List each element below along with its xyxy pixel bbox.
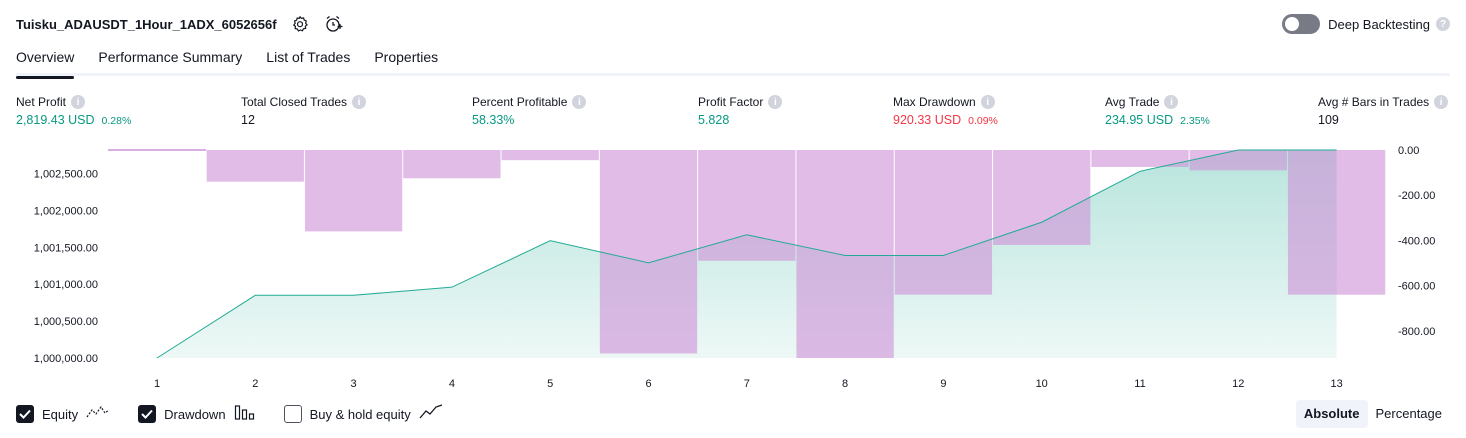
legend-buy-hold[interactable]: Buy & hold equity: [283, 403, 443, 425]
deep-backtesting: Deep Backtesting ?: [1282, 12, 1450, 36]
metric-value: 109: [1318, 113, 1339, 127]
y-tick-right: 0.00: [1398, 145, 1419, 157]
absolute-button[interactable]: Absolute: [1295, 400, 1368, 428]
tab-properties[interactable]: Properties: [374, 46, 438, 76]
x-tick: 2: [252, 378, 258, 390]
x-tick: 6: [645, 378, 651, 390]
tab-list-of-trades[interactable]: List of Trades: [266, 46, 350, 76]
info-icon[interactable]: i: [768, 95, 783, 109]
drawdown-bars-icon: [234, 404, 256, 425]
metric-value: 5.828: [698, 113, 730, 127]
metric-percent: 2.35%: [1180, 115, 1210, 127]
metric-value: 920.33 USD: [893, 113, 962, 127]
metric-avg-bars: Avg # Bars in Trades i 109: [1318, 94, 1449, 129]
metric-net-profit: Net Profit i 2,819.43 USD 0.28%: [16, 94, 131, 129]
x-tick: 8: [842, 378, 848, 390]
drawdown-bar: [403, 150, 501, 179]
drawdown-bar: [599, 150, 698, 354]
drawdown-bar: [304, 150, 403, 232]
chart-legend: Equity Drawdown Buy & hold equity: [16, 402, 471, 426]
drawdown-checkbox[interactable]: [138, 405, 157, 423]
legend-buy-hold-label: Buy & hold equity: [309, 406, 411, 422]
x-tick: 1: [154, 378, 160, 390]
x-tick: 3: [351, 378, 357, 390]
y-tick-right: -600.00: [1398, 281, 1435, 293]
y-tick-left: 1,001,000.00: [34, 279, 98, 291]
legend-equity[interactable]: Equity: [16, 404, 110, 425]
metric-label: Percent Profitable: [472, 95, 568, 109]
metric-label: Profit Factor: [698, 95, 764, 109]
display-mode-switch: Absolute Percentage: [1295, 400, 1451, 428]
x-tick: 12: [1232, 378, 1244, 390]
legend-equity-label: Equity: [42, 406, 79, 422]
info-icon[interactable]: i: [980, 95, 995, 109]
metric-value: 12: [241, 113, 255, 127]
metric-percent: 0.28%: [101, 115, 132, 127]
equity-checkbox[interactable]: [16, 405, 34, 423]
drawdown-bar: [501, 150, 599, 161]
settings-gear-icon[interactable]: [289, 13, 311, 35]
info-icon[interactable]: i: [71, 95, 86, 109]
info-icon[interactable]: i: [352, 95, 367, 109]
strategy-title: Tuisku_ADAUSDT_1Hour_1ADX_6052656f: [16, 16, 277, 32]
info-icon[interactable]: i: [1434, 95, 1449, 109]
buy-hold-checkbox[interactable]: [283, 405, 302, 423]
x-tick: 13: [1330, 378, 1342, 390]
metric-label: Total Closed Trades: [241, 95, 348, 109]
tab-overview[interactable]: Overview: [16, 46, 75, 79]
metric-value: 2,819.43 USD: [16, 113, 95, 127]
y-tick-right: -800.00: [1398, 326, 1435, 338]
x-tick: 4: [449, 378, 455, 390]
metric-percent: 0.09%: [968, 115, 998, 127]
drawdown-bar: [1189, 150, 1287, 171]
metric-profit-factor: Profit Factor i 5.828: [698, 94, 783, 129]
y-tick-right: -400.00: [1398, 235, 1435, 247]
deep-backtesting-toggle[interactable]: [1282, 14, 1321, 34]
x-tick: 5: [547, 378, 553, 390]
info-icon[interactable]: i: [572, 95, 587, 109]
metric-avg-trade: Avg Trade i 234.95 USD 2.35%: [1105, 94, 1210, 129]
x-tick: 9: [940, 378, 946, 390]
drawdown-bar: [1287, 150, 1386, 295]
drawdown-bar: [206, 150, 304, 182]
metric-label: Avg Trade: [1105, 95, 1160, 109]
metric-max-drawdown: Max Drawdown i 920.33 USD 0.09%: [893, 94, 998, 129]
y-tick-left: 1,002,000.00: [34, 205, 98, 217]
tab-bar: Overview Performance Summary List of Tra…: [16, 46, 1450, 79]
equity-drawdown-chart[interactable]: 1,000,000.00 1,000,500.00 1,001,000.00 1,00…: [0, 140, 1466, 398]
metric-total-closed-trades: Total Closed Trades i 12: [241, 94, 367, 129]
y-tick-left: 1,000,500.00: [34, 316, 98, 328]
drawdown-bar: [796, 150, 894, 358]
metric-label: Max Drawdown: [893, 95, 976, 109]
x-tick: 7: [744, 378, 750, 390]
y-tick-left: 1,000,000.00: [34, 353, 98, 365]
tab-performance-summary[interactable]: Performance Summary: [98, 46, 242, 76]
y-tick-left: 1,001,500.00: [34, 242, 98, 254]
buy-hold-line-icon: [419, 403, 443, 425]
x-tick: 10: [1036, 378, 1048, 390]
help-icon[interactable]: ?: [1436, 17, 1450, 31]
drawdown-bar: [894, 150, 993, 295]
add-alert-clock-icon[interactable]: [323, 13, 345, 35]
y-tick-right: -200.00: [1398, 190, 1435, 202]
info-icon[interactable]: i: [1164, 95, 1179, 109]
percentage-button[interactable]: Percentage: [1368, 400, 1451, 428]
legend-drawdown-label: Drawdown: [164, 406, 226, 422]
metric-value: 234.95 USD: [1105, 113, 1174, 127]
equity-line-icon: [86, 404, 110, 425]
strategy-header: Tuisku_ADAUSDT_1Hour_1ADX_6052656f: [16, 12, 345, 36]
metric-label: Net Profit: [16, 95, 67, 109]
metric-value: 58.33%: [472, 113, 515, 127]
drawdown-bar: [993, 150, 1091, 245]
metric-percent-profitable: Percent Profitable i 58.33%: [472, 94, 587, 129]
metric-label: Avg # Bars in Trades: [1318, 95, 1430, 109]
y-tick-left: 1,002,500.00: [34, 169, 98, 181]
x-tick: 11: [1134, 378, 1145, 390]
deep-backtesting-label: Deep Backtesting: [1328, 16, 1430, 32]
legend-drawdown[interactable]: Drawdown: [138, 404, 255, 425]
